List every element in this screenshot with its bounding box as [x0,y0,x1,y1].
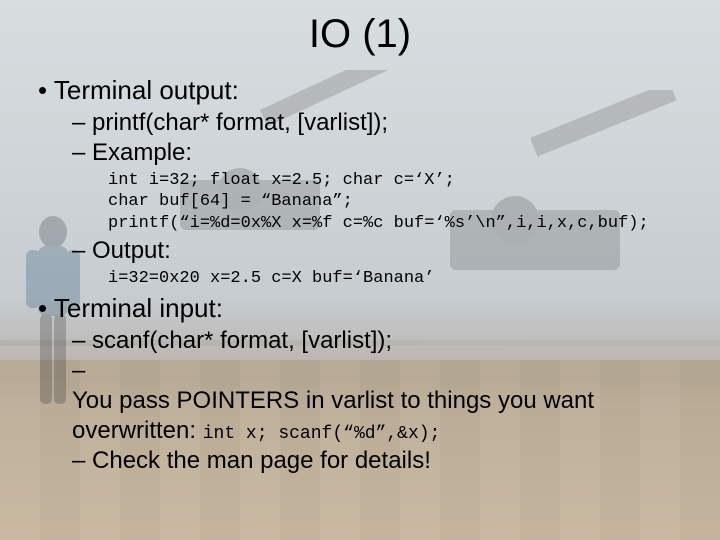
sub-list-input: scanf(char* format, [varlist]); You pass… [72,326,690,476]
sub-pointers-text: You pass POINTERS in varlist to things y… [72,386,690,446]
slide-content: IO (1) Terminal output: printf(char* for… [0,0,720,476]
sub-example-label: Example: [72,138,690,168]
bullet-label-input: Terminal input: [54,293,223,323]
bullet-terminal-input: Terminal input: scanf(char* format, [var… [38,293,690,476]
bullet-terminal-output: Terminal output: printf(char* format, [v… [38,75,690,289]
sub-list-output-2: Output: [72,236,690,266]
sub-manpage: Check the man page for details! [72,446,690,476]
sub-printf-sig: printf(char* format, [varlist]); [72,108,690,138]
sub-pointers: You pass POINTERS in varlist to things y… [72,356,690,446]
code-line-2: char buf[64] = “Banana”; [108,191,690,212]
code-line-1: int i=32; float x=2.5; char c=‘X’; [108,170,690,191]
sub-list-output: printf(char* format, [varlist]); Example… [72,108,690,168]
sub-output-label: Output: [72,236,690,266]
sub-pointers-code: int x; scanf(“%d”,&x); [203,424,441,444]
code-line-3: printf(“i=%d=0x%X x=%f c=%c buf=‘%s’\n”,… [108,213,690,234]
sub-scanf-sig: scanf(char* format, [varlist]); [72,326,690,356]
bullet-label: Terminal output: [54,75,239,105]
slide: IO (1) Terminal output: printf(char* for… [0,0,720,540]
bullet-list: Terminal output: printf(char* format, [v… [38,75,690,476]
slide-title: IO (1) [30,12,690,57]
code-output: i=32=0x20 x=2.5 c=X buf=‘Banana’ [108,268,690,289]
